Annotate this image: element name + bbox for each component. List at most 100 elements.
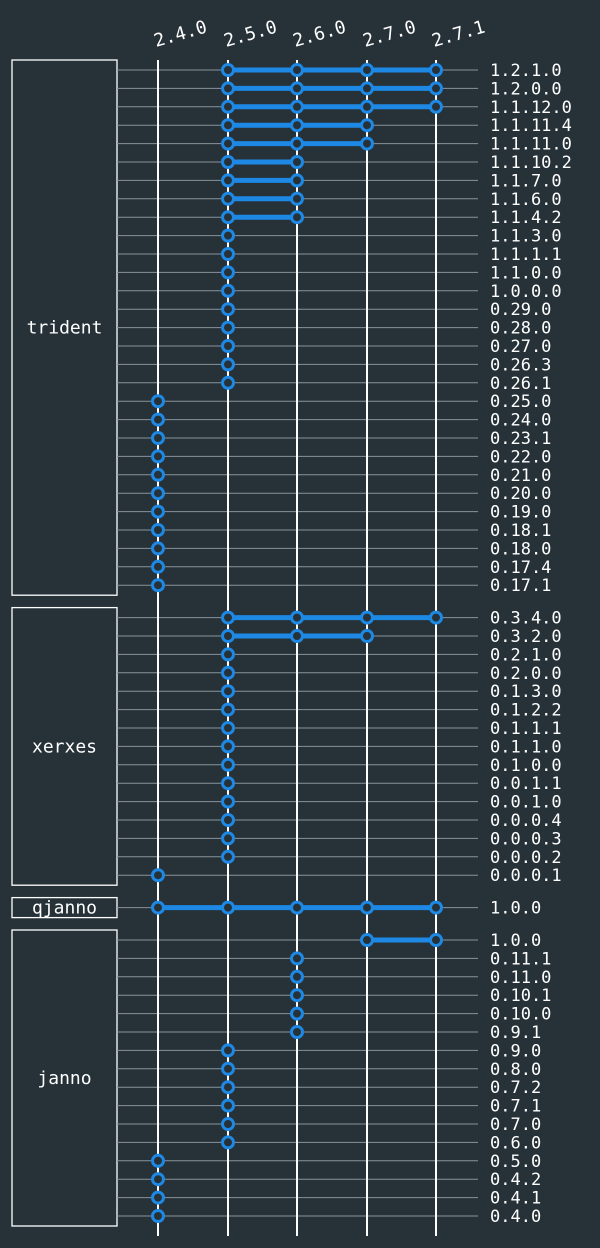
support-marker (290, 1006, 304, 1021)
version-label-trident: 0.26.1 (490, 374, 551, 394)
support-marker (290, 900, 304, 915)
version-label-trident: 1.2.1.0 (490, 61, 562, 81)
support-marker (429, 81, 443, 96)
support-marker (221, 81, 235, 96)
support-marker (151, 486, 165, 501)
support-marker (360, 81, 374, 96)
support-marker (221, 173, 235, 188)
support-marker (151, 1209, 165, 1223)
version-label-trident: 0.22.0 (490, 447, 551, 467)
version-label-xerxes: 0.1.1.0 (490, 737, 562, 757)
version-label-trident: 0.27.0 (490, 337, 551, 357)
support-marker (221, 155, 235, 169)
support-marker (221, 757, 235, 772)
version-label-trident: 0.18.0 (490, 539, 551, 559)
column-header-2-7-0: 2.7.0 (361, 17, 419, 52)
support-marker (290, 63, 304, 77)
support-marker (151, 559, 165, 574)
version-label-xerxes: 0.3.4.0 (490, 609, 562, 629)
version-label-xerxes: 0.0.0.3 (490, 829, 562, 849)
support-marker (290, 629, 304, 643)
support-marker (151, 523, 165, 537)
version-label-qjanno: 1.0.0 (490, 899, 541, 919)
support-marker (221, 283, 235, 298)
version-label-janno: 0.11.1 (490, 949, 551, 969)
support-marker (221, 610, 235, 625)
support-marker (151, 541, 165, 556)
support-marker (221, 1098, 235, 1113)
version-label-trident: 0.25.0 (490, 392, 551, 412)
support-marker (360, 99, 374, 114)
support-marker (290, 118, 304, 133)
support-marker (221, 1043, 235, 1058)
version-label-trident: 0.17.1 (490, 576, 551, 596)
version-label-xerxes: 0.1.0.0 (490, 756, 562, 776)
version-label-janno: 0.10.1 (490, 986, 551, 1006)
support-marker (151, 868, 165, 883)
group-label-qjanno: qjanno (32, 898, 97, 919)
support-marker (221, 375, 235, 390)
version-label-trident: 1.2.0.0 (490, 79, 562, 99)
support-marker (221, 629, 235, 643)
version-label-trident: 1.1.6.0 (490, 190, 562, 210)
version-label-trident: 1.1.10.2 (490, 153, 572, 173)
support-marker (221, 739, 235, 754)
support-marker (290, 136, 304, 151)
version-label-janno: 0.10.0 (490, 1005, 551, 1025)
version-label-janno: 0.6.0 (490, 1133, 541, 1153)
support-marker (221, 191, 235, 206)
version-label-trident: 1.1.4.2 (490, 208, 562, 228)
support-marker (221, 99, 235, 114)
support-marker (221, 1061, 235, 1076)
version-label-trident: 1.1.11.4 (490, 116, 572, 136)
support-marker (221, 647, 235, 662)
version-label-trident: 0.28.0 (490, 319, 551, 339)
version-label-janno: 0.4.2 (490, 1170, 541, 1190)
version-label-trident: 0.17.4 (490, 558, 551, 578)
support-marker (221, 665, 235, 680)
version-label-trident: 1.1.7.0 (490, 171, 562, 191)
version-label-trident: 1.1.1.1 (490, 245, 562, 265)
version-label-trident: 0.18.1 (490, 521, 551, 541)
support-marker (290, 610, 304, 625)
support-marker (221, 900, 235, 915)
support-marker (221, 1080, 235, 1095)
support-marker (290, 988, 304, 1003)
version-label-trident: 0.29.0 (490, 300, 551, 320)
support-marker (360, 933, 374, 947)
version-label-trident: 1.1.12.0 (490, 98, 572, 118)
support-marker (290, 81, 304, 96)
version-label-trident: 0.23.1 (490, 429, 551, 449)
version-label-trident: 0.19.0 (490, 503, 551, 523)
version-label-trident: 0.21.0 (490, 466, 551, 486)
support-marker (221, 320, 235, 335)
column-lines (157, 60, 437, 1236)
column-header-2-4-0: 2.4.0 (152, 17, 210, 52)
support-marker (221, 302, 235, 317)
version-label-xerxes: 0.3.2.0 (490, 627, 562, 647)
version-label-xerxes: 0.0.0.1 (490, 866, 562, 886)
support-marker (151, 394, 165, 409)
support-marker (429, 933, 443, 947)
version-label-janno: 0.4.0 (490, 1207, 541, 1227)
support-marker (360, 118, 374, 133)
version-label-xerxes: 0.1.3.0 (490, 682, 562, 702)
group-boxes: trident xerxes qjanno janno (11, 59, 118, 1227)
support-marker (221, 357, 235, 372)
support-marker (429, 63, 443, 77)
support-marker (221, 831, 235, 846)
column-headers: 2.4.0 2.5.0 2.6.0 2.7.0 2.7.1 (152, 17, 488, 52)
version-label-janno: 0.7.0 (490, 1115, 541, 1135)
support-marker (221, 794, 235, 809)
group-label-janno: janno (37, 1068, 91, 1089)
support-marker (290, 951, 304, 966)
version-label-trident: 0.20.0 (490, 484, 551, 504)
support-marker (221, 813, 235, 827)
support-marker (429, 900, 443, 915)
support-marker (221, 228, 235, 243)
support-marker (221, 247, 235, 261)
support-marker (221, 684, 235, 699)
column-header-2-5-0: 2.5.0 (222, 17, 280, 52)
support-marker (151, 900, 165, 915)
support-marker (151, 1190, 165, 1205)
